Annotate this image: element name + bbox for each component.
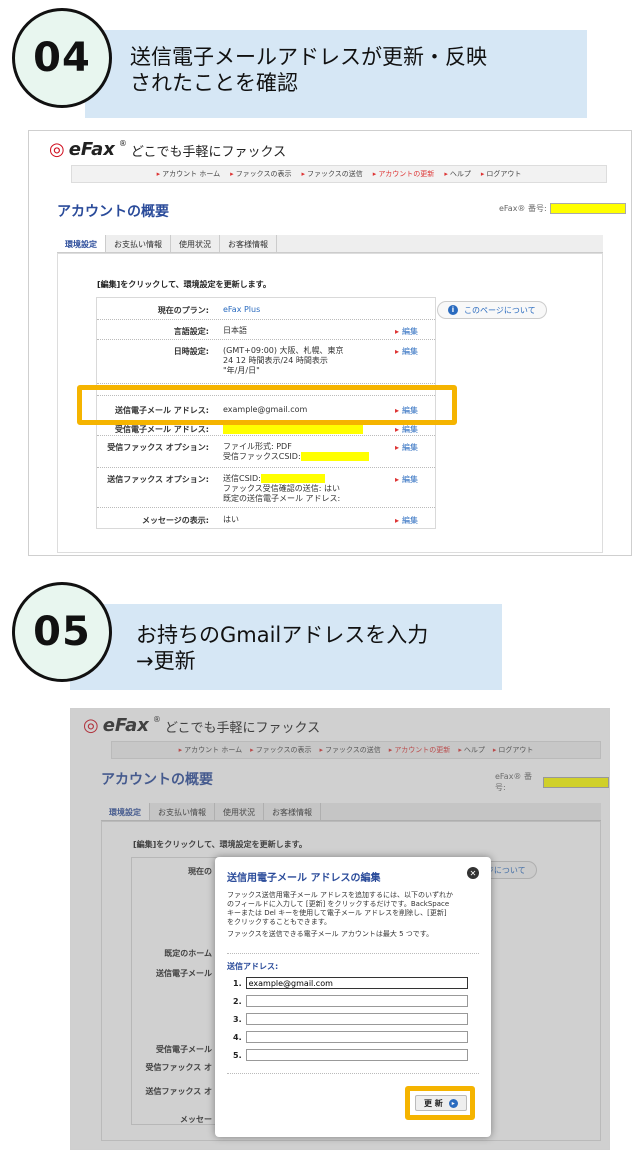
address-num-4: 4. xyxy=(233,1032,242,1042)
address-row-5: 5. xyxy=(233,1049,468,1061)
step-4-line-2: されたことを確認 xyxy=(130,71,298,95)
language-value: 日本語 xyxy=(223,326,247,335)
addresses-label: 送信アドレス: xyxy=(227,962,279,971)
modal-title: 送信用電子メール アドレスの編集 xyxy=(227,873,381,884)
address-num-2: 2. xyxy=(233,996,242,1006)
address-input-2[interactable] xyxy=(245,995,468,1007)
tab-preferences[interactable]: 環境設定 xyxy=(57,235,106,252)
address-num-5: 5. xyxy=(233,1050,242,1060)
recv-email-redacted xyxy=(223,424,363,434)
efax-logo: ◎ eFax ® どこでも手軽にファックス xyxy=(49,139,286,160)
message-value: はい xyxy=(223,515,239,524)
address-num-3: 3. xyxy=(233,1014,242,1024)
address-input-3[interactable] xyxy=(245,1013,468,1025)
row-recv-fax: 受信ファックス オプション: ファイル形式: PDF 受信ファックスCSID: … xyxy=(97,436,435,468)
update-button-highlight xyxy=(405,1086,475,1120)
recv-fax-edit[interactable]: ▸ 編集 xyxy=(395,442,418,453)
efax-logo-text: eFax xyxy=(68,139,115,160)
row-language: 言語設定: 日本語 ▸ 編集 xyxy=(97,320,435,340)
tab-usage[interactable]: 使用状況 xyxy=(171,235,220,252)
modal-divider xyxy=(227,953,479,954)
about-page-label: このページについて xyxy=(464,305,536,315)
step-4-line-1: 送信電子メールアドレスが更新・反映 xyxy=(130,45,487,69)
address-row-4: 4. xyxy=(233,1031,468,1043)
instruction-text: [編集]をクリックして、環境設定を更新します。 xyxy=(97,280,271,289)
recv-fax-value: ファイル形式: PDF 受信ファックスCSID: xyxy=(223,442,369,462)
efax-logo-icon: ◎ xyxy=(49,139,65,160)
address-num-1: 1. xyxy=(233,978,242,988)
page-title: アカウントの概要 xyxy=(57,204,169,220)
step-5-title: お持ちのGmailアドレスを入力 →更新 xyxy=(136,622,428,674)
nav-logout[interactable]: ▸ ログアウト xyxy=(481,169,522,179)
recv-email-label: 受信電子メール アドレス: xyxy=(115,425,209,434)
recv-email-edit[interactable]: ▸ 編集 xyxy=(395,424,418,435)
nav-account-update[interactable]: ▸ アカウントの更新 xyxy=(373,169,435,179)
language-edit[interactable]: ▸ 編集 xyxy=(395,326,418,337)
datetime-edit[interactable]: ▸ 編集 xyxy=(395,346,418,357)
step-5-number: 05 xyxy=(33,609,91,655)
address-input-5[interactable] xyxy=(245,1049,468,1061)
address-row-2: 2. xyxy=(233,995,468,1007)
nav-view-fax[interactable]: ▸ ファックスの表示 xyxy=(230,169,291,179)
nav-send-fax[interactable]: ▸ ファックスの送信 xyxy=(301,169,362,179)
tab-bar: 環境設定 お支払い情報 使用状況 お客様情報 xyxy=(57,235,603,253)
send-csid-redacted xyxy=(260,474,325,483)
efax-tagline: どこでも手軽にファックス xyxy=(130,145,287,160)
step-5-line-1: お持ちのGmailアドレスを入力 xyxy=(136,623,429,647)
close-icon[interactable]: ✕ xyxy=(467,867,479,879)
step-4-title: 送信電子メールアドレスが更新・反映 されたことを確認 xyxy=(130,44,487,96)
nav-help[interactable]: ▸ ヘルプ xyxy=(444,169,471,179)
address-input-1[interactable] xyxy=(245,977,468,989)
address-input-4[interactable] xyxy=(245,1031,468,1043)
modal-description: ファックス送信用電子メール アドレスを追加するには、以下のいずれか のフィールド… xyxy=(227,891,454,938)
send-fax-value: 送信CSID: ファックス受信確認の送信: はい 既定の送信電子メール アドレス… xyxy=(223,474,341,503)
step-4-header: 04 送信電子メールアドレスが更新・反映 されたことを確認 xyxy=(0,0,632,118)
tab-customer-info[interactable]: お客様情報 xyxy=(220,235,277,252)
row-plan: 現在のプラン: eFax Plus xyxy=(97,298,435,320)
step-5-header: 05 お持ちのGmailアドレスを入力 →更新 xyxy=(0,578,632,696)
tab-billing[interactable]: お支払い情報 xyxy=(106,235,171,252)
step-4-circle: 04 xyxy=(12,8,112,108)
datetime-label: 日時設定: xyxy=(173,347,209,356)
efax-registered-mark: ® xyxy=(118,139,127,148)
row-datetime: 日時設定: (GMT+09:00) 大阪、札幌、東京 24 12 時間表示/24… xyxy=(97,340,435,384)
plan-value[interactable]: eFax Plus xyxy=(223,305,260,315)
address-row-1: 1. xyxy=(233,977,468,989)
edit-email-modal: 送信用電子メール アドレスの編集 ✕ ファックス送信用電子メール アドレスを追加… xyxy=(215,857,491,1137)
message-edit[interactable]: ▸ 編集 xyxy=(395,515,418,526)
fax-number-label: eFax® 番号: xyxy=(499,204,547,213)
step-4-number: 04 xyxy=(33,35,91,81)
step-5-circle: 05 xyxy=(12,582,112,682)
account-overview-screenshot: ◎ eFax ® どこでも手軽にファックス ▸ アカウント ホーム ▸ ファックスの… xyxy=(28,130,632,556)
send-fax-edit[interactable]: ▸ 編集 xyxy=(395,474,418,485)
modal-divider-2 xyxy=(227,1073,479,1074)
info-icon: i xyxy=(448,305,458,315)
send-fax-label: 送信ファックス オプション: xyxy=(107,475,209,484)
datetime-value: (GMT+09:00) 大阪、札幌、東京 24 12 時間表示/24 時間表示 … xyxy=(223,346,344,375)
row-message: メッセージの表示: はい ▸ 編集 xyxy=(97,508,435,530)
address-row-3: 3. xyxy=(233,1013,468,1025)
message-label: メッセージの表示: xyxy=(141,516,209,525)
nav-account-home[interactable]: ▸ アカウント ホーム xyxy=(157,169,221,179)
fax-number: eFax® 番号: xyxy=(499,203,626,214)
language-label: 言語設定: xyxy=(173,327,209,336)
step-5-line-2: →更新 xyxy=(136,649,196,673)
fax-number-redacted xyxy=(549,203,626,214)
plan-label: 現在のプラン: xyxy=(157,306,209,315)
top-nav: ▸ アカウント ホーム ▸ ファックスの表示 ▸ ファックスの送信 ▸ アカウントの更新… xyxy=(71,165,607,183)
row-send-fax: 送信ファックス オプション: 送信CSID: ファックス受信確認の送信: はい … xyxy=(97,468,435,508)
send-email-highlight xyxy=(77,385,457,425)
edit-email-screenshot: ◎ eFax ® どこでも手軽にファックス ▸ アカウント ホーム ▸ ファックスの… xyxy=(70,708,610,1150)
recv-csid-redacted xyxy=(300,452,369,461)
about-page-button[interactable]: i このページについて xyxy=(437,301,547,319)
recv-fax-label: 受信ファックス オプション: xyxy=(107,443,209,452)
